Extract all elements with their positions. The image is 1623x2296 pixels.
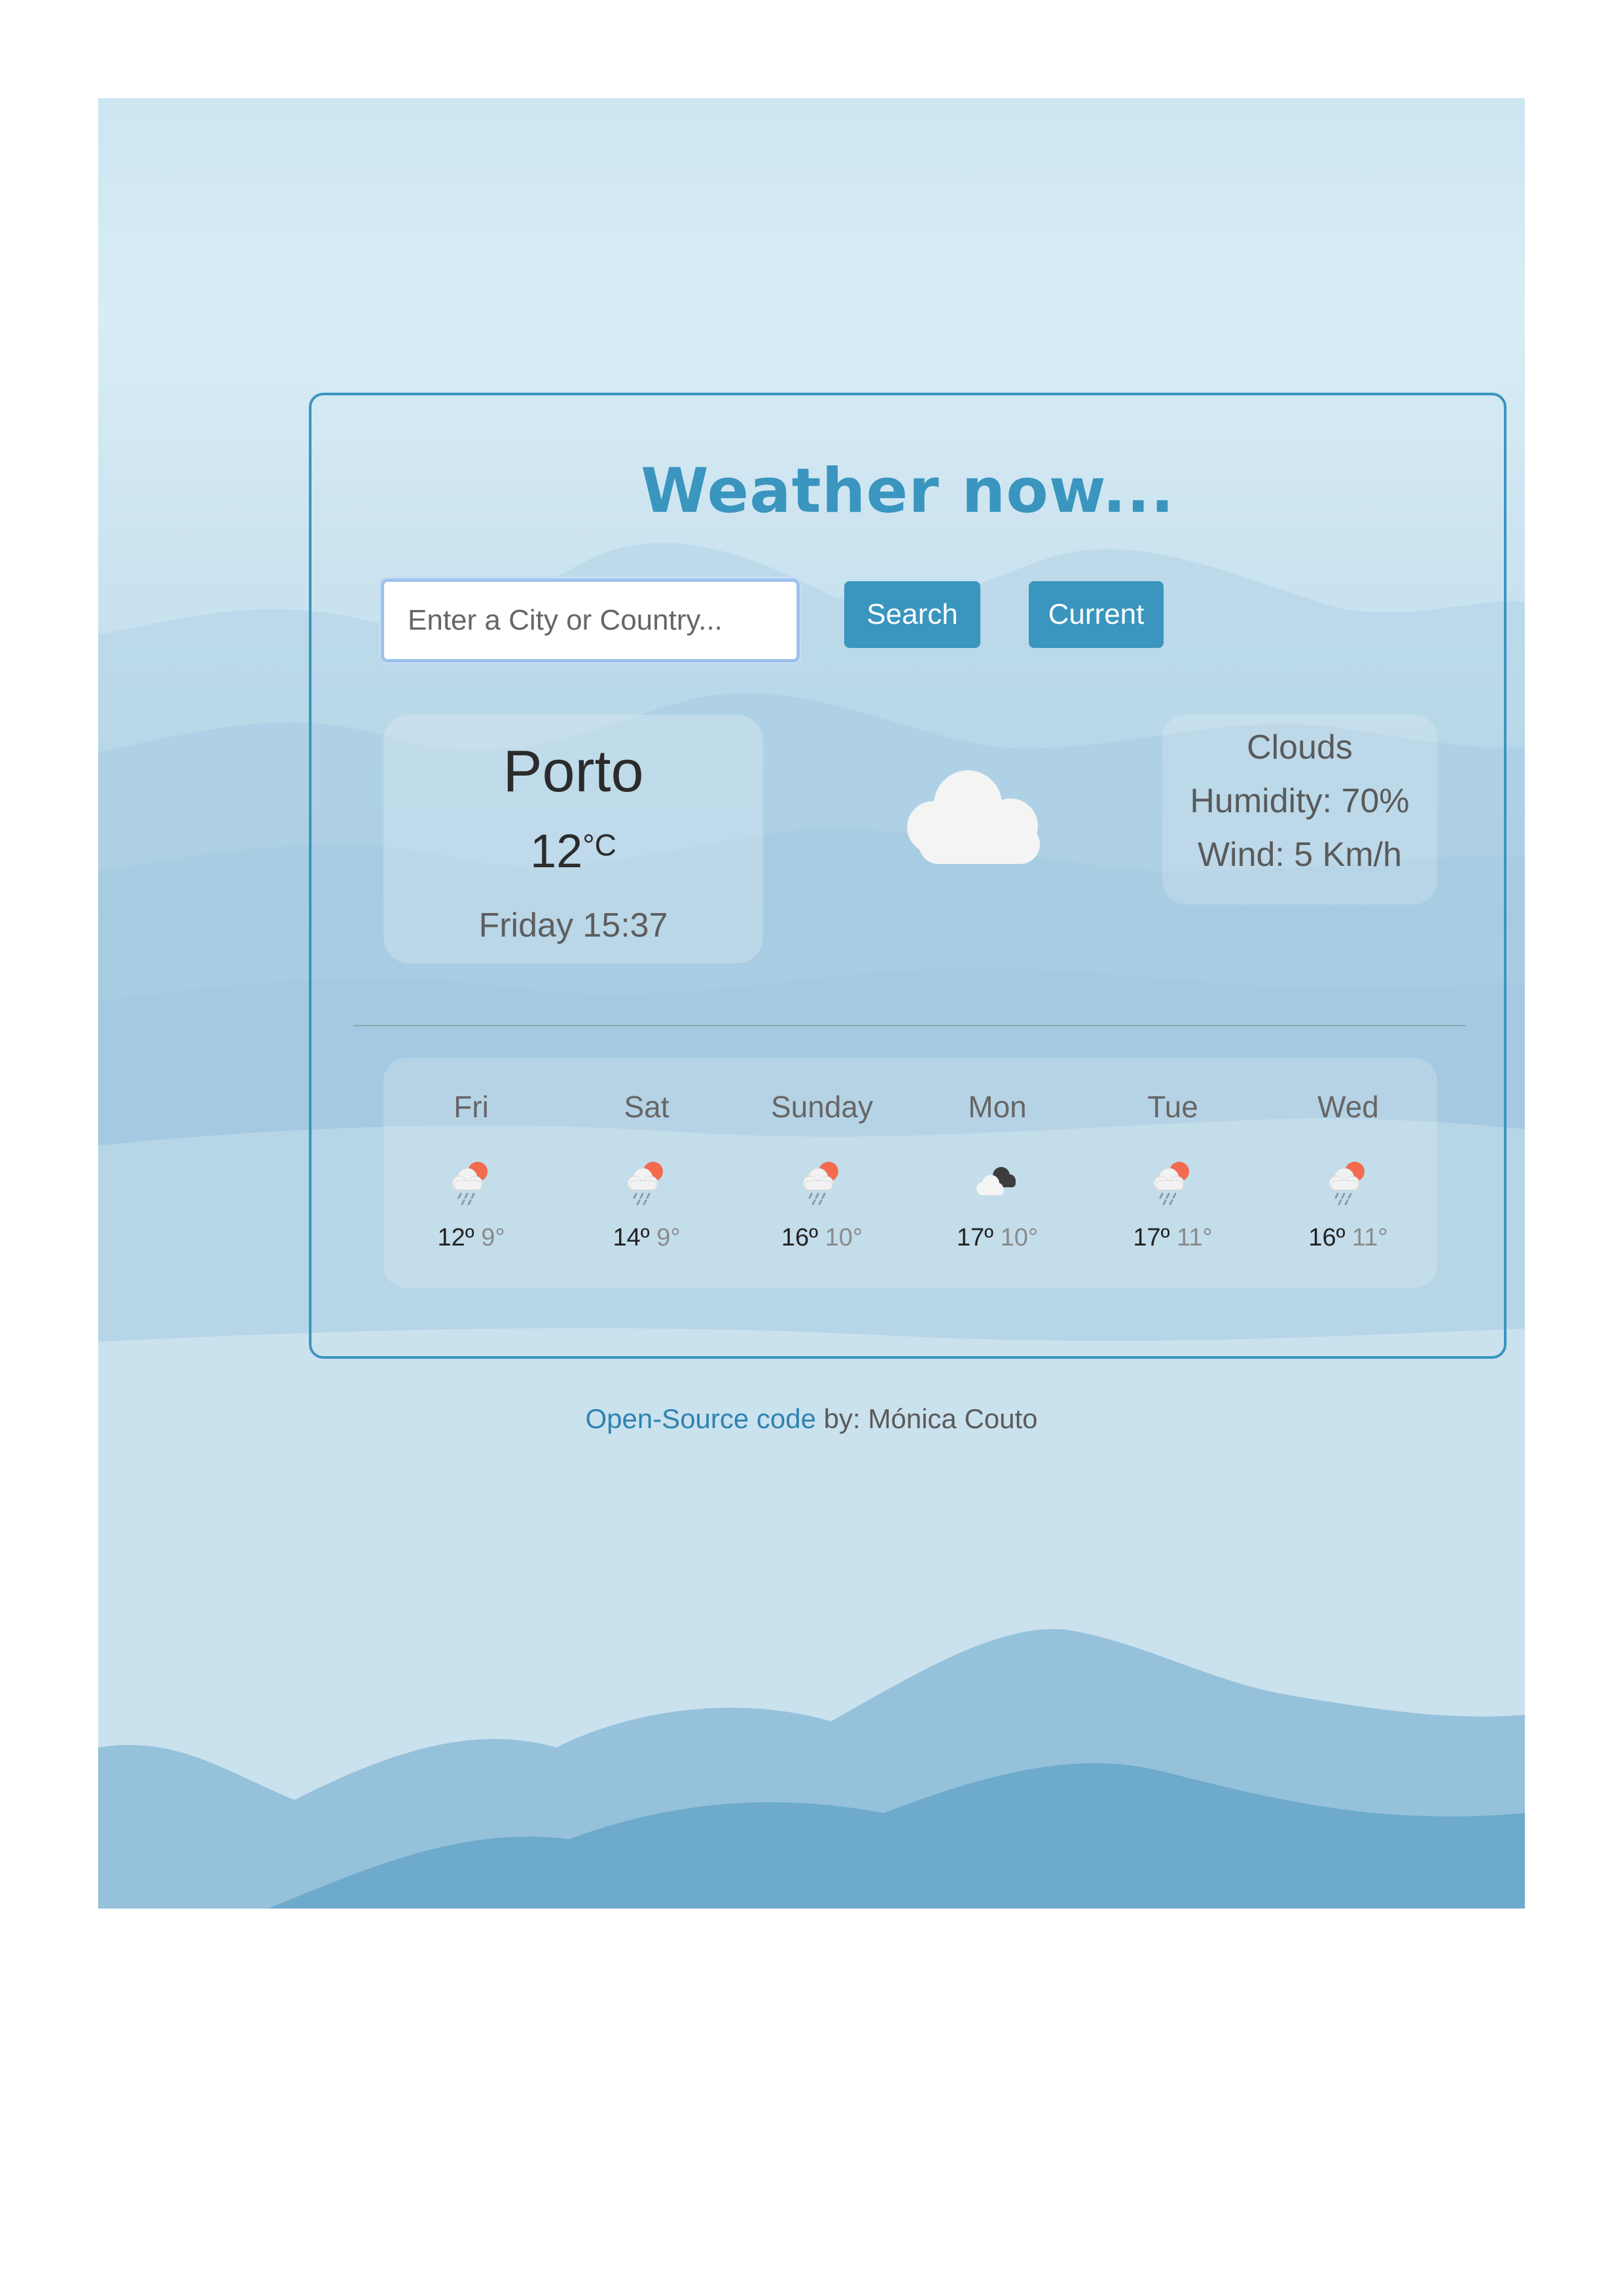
current-temperature: 12°C: [383, 825, 763, 878]
date-time: Friday 15:37: [478, 906, 668, 944]
rain-sun-icon: [1153, 1162, 1189, 1206]
forecast-panel: Fri 12º 9° Sat 14º 9° Sunday 16º 10° Mon…: [383, 1058, 1437, 1288]
source-code-link[interactable]: Open-Source code: [585, 1403, 816, 1434]
wind-text: Wind: 5 Km/h: [1197, 836, 1402, 874]
forecast-max: 17º: [1133, 1224, 1170, 1251]
author-credit: by: Mónica Couto: [816, 1403, 1038, 1434]
rain-sun-icon: [1329, 1162, 1364, 1206]
forecast-day: Sunday 16º 10°: [734, 1058, 910, 1288]
forecast-min: 9°: [481, 1224, 505, 1251]
forecast-day-name: Sat: [624, 1090, 669, 1124]
forecast-temps: 16º 11°: [1260, 1224, 1436, 1252]
footer: Open-Source code by: Mónica Couto: [98, 1403, 1525, 1435]
forecast-max: 16º: [781, 1224, 819, 1251]
forecast-day: Fri 12º 9°: [383, 1058, 559, 1288]
rain-sun-icon: [802, 1162, 838, 1206]
forecast-day-name: Wed: [1317, 1090, 1379, 1124]
divider: [353, 1025, 1466, 1026]
forecast-min: 10°: [1000, 1224, 1039, 1251]
city-name: Porto: [503, 739, 644, 804]
forecast-max: 12º: [437, 1224, 474, 1251]
forecast-day: Wed 16º 11°: [1260, 1058, 1436, 1288]
forecast-day-name: Tue: [1147, 1090, 1198, 1124]
page-background: Weather now... Search Current Porto 12°C…: [98, 98, 1525, 1909]
humidity-text: Humidity: 70%: [1190, 782, 1410, 820]
rain-sun-icon: [627, 1162, 663, 1206]
forecast-day: Tue 17º 11°: [1085, 1058, 1260, 1288]
temperature-value: 12: [530, 825, 583, 878]
temperature-unit: °C: [582, 828, 616, 862]
forecast-temps: 17º 11°: [1085, 1224, 1260, 1252]
weather-card: Weather now... Search Current Porto 12°C…: [309, 393, 1507, 1359]
current-city-panel: Porto 12°C Friday 15:37: [383, 715, 763, 963]
forecast-max: 16º: [1308, 1224, 1346, 1251]
dark-clouds-icon: [976, 1167, 1016, 1195]
forecast-day: Mon 17º 10°: [910, 1058, 1085, 1288]
forecast-min: 10°: [825, 1224, 863, 1251]
forecast-day-name: Sunday: [770, 1090, 873, 1124]
search-button[interactable]: Search: [844, 581, 980, 648]
search-input[interactable]: [381, 579, 800, 662]
forecast-temps: 16º 10°: [734, 1224, 910, 1252]
forecast-temps: 12º 9°: [383, 1224, 559, 1252]
current-location-button[interactable]: Current: [1029, 581, 1164, 648]
weather-description: Clouds: [1247, 728, 1353, 766]
forecast-max: 14º: [613, 1224, 650, 1251]
forecast-day: Sat 14º 9°: [559, 1058, 734, 1288]
forecast-min: 9°: [656, 1224, 681, 1251]
forecast-temps: 14º 9°: [559, 1224, 734, 1252]
cloud-icon: [907, 770, 1040, 864]
forecast-min: 11°: [1352, 1224, 1388, 1251]
forecast-max: 17º: [956, 1224, 994, 1251]
forecast-day-name: Fri: [454, 1090, 489, 1124]
forecast-day-name: Mon: [968, 1090, 1027, 1124]
rain-sun-icon: [452, 1162, 488, 1206]
forecast-temps: 17º 10°: [910, 1224, 1085, 1252]
app-title: Weather now...: [641, 456, 1175, 527]
weather-details-panel: Clouds Humidity: 70% Wind: 5 Km/h: [1162, 715, 1437, 905]
forecast-min: 11°: [1177, 1224, 1213, 1251]
